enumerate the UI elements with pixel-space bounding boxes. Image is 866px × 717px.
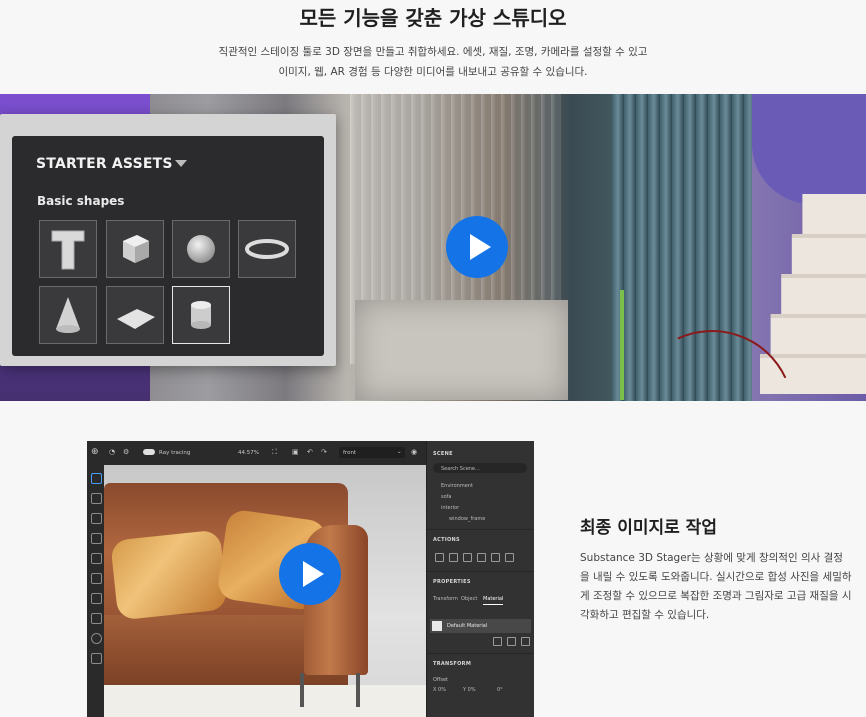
delete-icon[interactable]: [435, 553, 444, 562]
view-icon[interactable]: ◉: [411, 448, 417, 456]
scene-item-window-frame[interactable]: window_frame: [449, 516, 485, 522]
material-icon[interactable]: [91, 573, 102, 584]
tab-object[interactable]: Object: [461, 596, 477, 602]
chevron-down-icon[interactable]: ⌄: [397, 449, 402, 455]
hero-description: 직관적인 스테이징 툴로 3D 장면을 만들고 취합하세요. 에셋, 재질, 조…: [0, 42, 866, 82]
scene-search-placeholder: Search Scene...: [441, 466, 480, 472]
properties-heading[interactable]: PROPERTIES: [433, 579, 471, 585]
settings-tool-icon[interactable]: [91, 653, 102, 664]
folder-icon[interactable]: [463, 553, 472, 562]
select-tool-icon[interactable]: [91, 473, 102, 484]
gauge-icon[interactable]: ◔: [109, 448, 115, 456]
ray-tracing-toggle[interactable]: [143, 449, 155, 455]
camera-select[interactable]: front: [343, 450, 356, 456]
cone-icon: [56, 297, 80, 333]
download-icon[interactable]: [91, 613, 102, 624]
magic-wand-icon[interactable]: [91, 493, 102, 504]
tab-material[interactable]: Material: [483, 596, 504, 605]
render-icon[interactable]: ⚙: [123, 448, 129, 456]
drop-icon[interactable]: [491, 553, 500, 562]
scene-item-sofa[interactable]: sofa: [441, 494, 452, 500]
sphere-icon: [187, 235, 215, 263]
scene-item-interior[interactable]: interior: [441, 505, 459, 511]
concrete-block: [355, 300, 568, 400]
floor: [104, 685, 426, 717]
shape-tile-cube[interactable]: [106, 220, 164, 278]
group-icon[interactable]: [477, 553, 486, 562]
camera-icon[interactable]: ▣: [292, 448, 299, 456]
chevron-down-icon[interactable]: [175, 160, 187, 167]
material-delete-icon[interactable]: [521, 637, 530, 646]
sofa-leg: [356, 673, 360, 707]
material-edit-icon[interactable]: [493, 637, 502, 646]
shape-tile-cylinder[interactable]: [172, 286, 230, 344]
tool-sidebar: [87, 465, 104, 717]
section-title: 최종 이미지로 작업: [580, 518, 717, 538]
transform-heading[interactable]: TRANSFORM: [433, 661, 471, 667]
frame-icon[interactable]: ⛶: [272, 448, 277, 457]
torus-icon: [245, 239, 289, 259]
hero-desc-line-2: 이미지, 웹, AR 경험 등 다양한 미디어를 내보내고 공유할 수 있습니다…: [278, 66, 588, 78]
purple-arch: [752, 94, 866, 204]
shape-tile-text[interactable]: [39, 220, 97, 278]
search-tool-icon[interactable]: [91, 633, 102, 644]
cube-icon: [123, 235, 149, 263]
section-description: Substance 3D Stager는 상황에 맞게 창의적인 의사 결정을 …: [580, 552, 852, 621]
add-icon[interactable]: ⊕: [91, 447, 99, 457]
properties-panel: SCENE Search Scene... Environment sofa i…: [426, 441, 534, 717]
shape-tile-cone[interactable]: [39, 286, 97, 344]
zoom-level[interactable]: 44.57%: [238, 450, 259, 456]
rotation-field[interactable]: 0°: [497, 687, 503, 693]
tab-transform[interactable]: Transform: [433, 596, 458, 602]
move-icon[interactable]: [91, 593, 102, 604]
cylinder-icon: [191, 301, 211, 329]
offset-y-field[interactable]: Y 0%: [463, 687, 476, 693]
brush-icon[interactable]: [91, 513, 102, 524]
material-swatch[interactable]: [432, 621, 442, 631]
green-gizmo-axis: [620, 290, 624, 400]
actions-heading[interactable]: ACTIONS: [433, 537, 460, 543]
undo-icon[interactable]: ↶: [307, 448, 313, 456]
hero-desc-line-1: 직관적인 스테이징 툴로 3D 장면을 만들고 취합하세요. 에셋, 재질, 조…: [218, 46, 648, 58]
play-button[interactable]: [446, 216, 508, 278]
shape-tile-sphere[interactable]: [172, 220, 230, 278]
scene-heading[interactable]: SCENE: [433, 451, 453, 457]
offset-x-field[interactable]: X 0%: [433, 687, 446, 693]
duplicate-icon[interactable]: [449, 553, 458, 562]
redo-icon[interactable]: ↷: [321, 448, 327, 456]
plane-icon: [117, 309, 155, 329]
shape-tile-torus[interactable]: [238, 220, 296, 278]
hero-title: 모든 기능을 갖춘 가상 스튜디오: [299, 6, 567, 30]
frame-object-icon[interactable]: [505, 553, 514, 562]
basic-shapes-label: Basic shapes: [37, 194, 125, 208]
material-link-icon[interactable]: [507, 637, 516, 646]
pillow-left: [110, 529, 228, 621]
ray-tracing-label: Ray tracing: [159, 450, 191, 456]
starter-assets-title[interactable]: STARTER ASSETS: [36, 156, 173, 172]
3d-viewport[interactable]: [104, 465, 426, 717]
material-name: Default Material: [447, 623, 488, 629]
play-button-app[interactable]: [279, 543, 341, 605]
light-icon[interactable]: [91, 553, 102, 564]
cube-tool-icon[interactable]: [91, 533, 102, 544]
offset-label: Offset: [433, 677, 449, 683]
sofa-leg: [300, 673, 304, 707]
shape-tile-plane[interactable]: [106, 286, 164, 344]
scene-item-environment[interactable]: Environment: [441, 483, 473, 489]
text-t-icon: [51, 230, 85, 270]
